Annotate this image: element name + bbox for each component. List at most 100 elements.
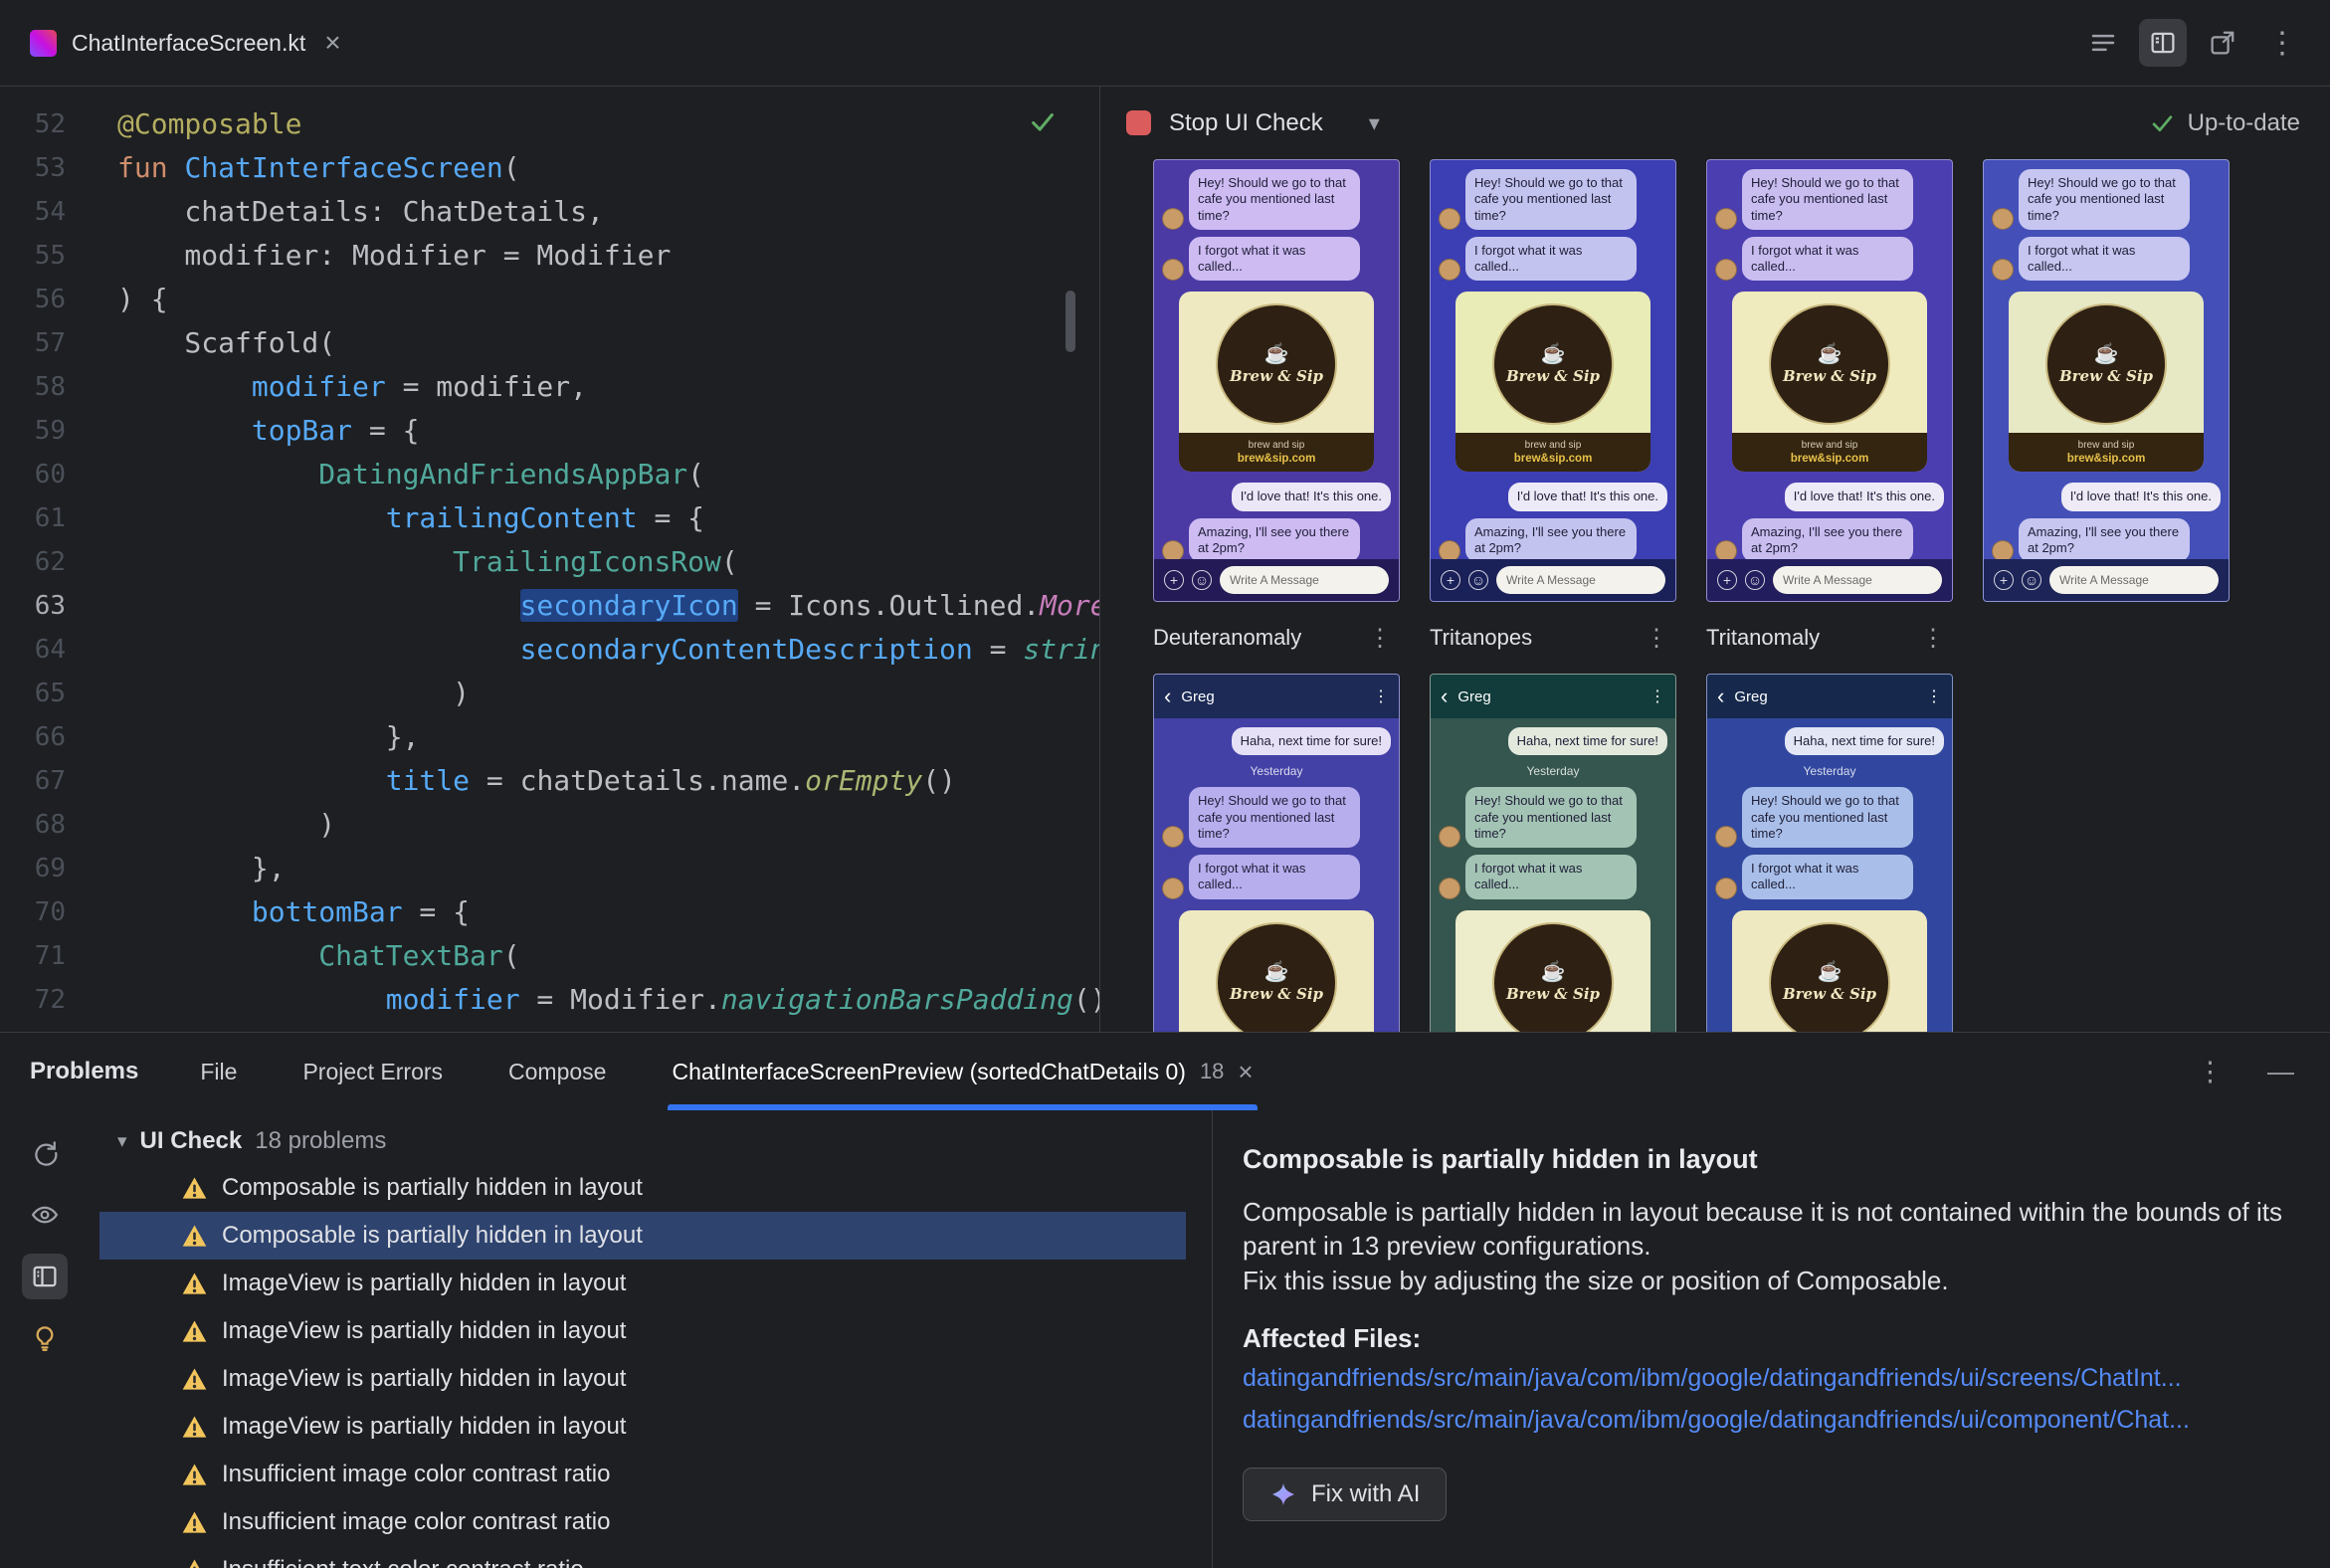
code-line[interactable]: 67 title = chatDetails.name.orEmpty() <box>0 759 1099 803</box>
code-line[interactable]: 65 ) <box>0 672 1099 715</box>
avatar <box>1439 259 1460 282</box>
code-line[interactable]: 73 onAddClick = {} <box>0 1022 1099 1032</box>
code-line[interactable]: 53 fun ChatInterfaceScreen( <box>0 146 1099 190</box>
code-line[interactable]: 72 modifier = Modifier.navigationBarsPad… <box>0 978 1099 1022</box>
split-editor-icon[interactable] <box>2139 19 2187 67</box>
preview-phone[interactable]: Hey! Should we go to that cafe you menti… <box>1706 159 1953 602</box>
add-icon[interactable]: + <box>1441 570 1460 590</box>
emoji-icon[interactable]: ☺ <box>1468 570 1488 590</box>
code-line[interactable]: 59 topBar = { <box>0 409 1099 453</box>
code-line[interactable]: 69 }, <box>0 847 1099 890</box>
minimize-icon[interactable]: — <box>2267 1057 2294 1087</box>
affected-file-link[interactable]: datingandfriends/src/main/java/com/ibm/g… <box>1243 1402 2282 1438</box>
preview-eye-icon[interactable] <box>22 1192 68 1238</box>
chat-bubble: I forgot what it was called... <box>2019 236 2190 282</box>
code-line[interactable]: 68 ) <box>0 803 1099 847</box>
fix-with-ai-button[interactable]: Fix with AI <box>1243 1468 1448 1522</box>
emoji-icon[interactable]: ☺ <box>2022 570 2041 590</box>
chat-bubble: I'd love that! It's this one. <box>1507 483 1667 511</box>
code-line[interactable]: 66 }, <box>0 715 1099 759</box>
preview-phone[interactable]: ‹ Greg ⋮ Haha, next time for sure! Yesterday… <box>1706 674 1953 1032</box>
write-message-field[interactable]: Write A Message <box>1773 566 1942 594</box>
preview-grid[interactable]: Hey! Should we go to that cafe you menti… <box>1100 159 2330 1032</box>
rerun-icon[interactable] <box>22 1130 68 1176</box>
problem-item[interactable]: Insufficient image color contrast ratio <box>99 1451 1186 1498</box>
chevron-down-icon[interactable]: ▾ <box>117 1130 127 1153</box>
emoji-icon[interactable]: ☺ <box>1192 570 1212 590</box>
problems-title[interactable]: Problems <box>30 1058 138 1085</box>
problems-tab[interactable]: ChatInterfaceScreenPreview (sortedChatDe… <box>668 1033 1258 1110</box>
add-icon[interactable]: + <box>1717 570 1737 590</box>
problem-item[interactable]: ImageView is partially hidden in layout <box>99 1355 1186 1403</box>
close-tab-icon[interactable]: × <box>324 29 340 57</box>
inspections-ok-icon[interactable] <box>1028 106 1058 143</box>
more-vertical-icon[interactable]: ⋮ <box>2197 1057 2224 1087</box>
affected-file-link[interactable]: datingandfriends/src/main/java/com/ibm/g… <box>1243 1360 2282 1396</box>
close-tab-icon[interactable]: × <box>1238 1057 1253 1087</box>
more-vertical-icon[interactable]: ⋮ <box>2258 19 2306 67</box>
quickfix-bulb-icon[interactable] <box>22 1315 68 1361</box>
brew-sip-brand: Brew & Sip <box>1229 985 1324 1003</box>
coffee-cup-icon: ☕ <box>1540 961 1566 983</box>
code-line[interactable]: 55 modifier: Modifier = Modifier <box>0 234 1099 278</box>
code-line[interactable]: 63 secondaryIcon = Icons.Outlined.More <box>0 584 1099 628</box>
code-line[interactable]: 71 ChatTextBar( <box>0 934 1099 978</box>
write-message-field[interactable]: Write A Message <box>1220 566 1389 594</box>
problems-tab[interactable]: Project Errors <box>298 1033 447 1110</box>
code-line[interactable]: 56) { <box>0 278 1099 321</box>
main-split: 52 @Composable 53 fun ChatInterfaceScreen(5… <box>0 87 2330 1032</box>
file-tab[interactable]: ChatInterfaceScreen.kt × <box>0 0 367 86</box>
problem-item[interactable]: ImageView is partially hidden in layout <box>99 1260 1186 1307</box>
code-line[interactable]: 58 modifier = modifier, <box>0 365 1099 409</box>
code-line[interactable]: 57 Scaffold( <box>0 321 1099 365</box>
date-separator: Yesterday <box>1250 764 1303 779</box>
code-editor[interactable]: 52 @Composable 53 fun ChatInterfaceScreen(5… <box>0 87 1100 1032</box>
write-message-field[interactable]: Write A Message <box>2049 566 2219 594</box>
problems-tab[interactable]: Compose <box>504 1033 610 1110</box>
editor-list-icon[interactable] <box>2079 19 2127 67</box>
problems-group-row[interactable]: ▾ UI Check 18 problems <box>99 1118 1212 1164</box>
code-line[interactable]: 61 trailingContent = { <box>0 496 1099 540</box>
preview-phone[interactable]: ‹ Greg ⋮ Haha, next time for sure! Yesterday… <box>1430 674 1676 1032</box>
brew-sip-logo: ☕ Brew & Sip <box>1492 921 1614 1032</box>
back-icon[interactable]: ‹ <box>1164 686 1171 707</box>
problem-item[interactable]: Insufficient text color contrast ratio <box>99 1546 1186 1568</box>
problem-item[interactable]: ImageView is partially hidden in layout <box>99 1403 1186 1451</box>
code-line[interactable]: 60 DatingAndFriendsAppBar( <box>0 453 1099 496</box>
more-vertical-icon[interactable]: ⋮ <box>1637 624 1676 653</box>
problems-view-icon[interactable] <box>22 1254 68 1299</box>
more-vertical-icon[interactable]: ⋮ <box>1650 686 1665 706</box>
problems-tab[interactable]: File <box>196 1033 241 1110</box>
problem-item[interactable]: ImageView is partially hidden in layout <box>99 1307 1186 1355</box>
code-line[interactable]: 52 @Composable <box>0 102 1099 146</box>
preview-phone[interactable]: Hey! Should we go to that cafe you menti… <box>1430 159 1676 602</box>
code-line[interactable]: 62 TrailingIconsRow( <box>0 540 1099 584</box>
problems-tool-window: Problems File Project Errors Compose ChatIn… <box>0 1032 2330 1568</box>
more-vertical-icon[interactable]: ⋮ <box>1373 686 1389 706</box>
preview-phone[interactable]: Hey! Should we go to that cafe you menti… <box>1983 159 2230 602</box>
emoji-icon[interactable]: ☺ <box>1745 570 1765 590</box>
problem-item[interactable]: Insufficient image color contrast ratio <box>99 1498 1186 1546</box>
preview-phone[interactable]: ‹ Greg ⋮ Haha, next time for sure! Yesterday… <box>1153 674 1400 1032</box>
warning-icon <box>181 1557 208 1568</box>
code-line[interactable]: 64 secondaryContentDescription = strin <box>0 628 1099 672</box>
add-icon[interactable]: + <box>1164 570 1184 590</box>
problem-item[interactable]: Composable is partially hidden in layout <box>99 1212 1186 1260</box>
code-line[interactable]: 54 chatDetails: ChatDetails, <box>0 190 1099 234</box>
code-line[interactable]: 70 bottomBar = { <box>0 890 1099 934</box>
more-vertical-icon[interactable]: ⋮ <box>1926 686 1942 706</box>
chevron-down-icon[interactable]: ▾ <box>1369 110 1380 136</box>
write-message-field[interactable]: Write A Message <box>1496 566 1665 594</box>
back-icon[interactable]: ‹ <box>1717 686 1724 707</box>
editor-scrollbar[interactable] <box>1066 291 1075 352</box>
open-in-window-icon[interactable] <box>2199 19 2246 67</box>
add-icon[interactable]: + <box>1994 570 2014 590</box>
code-text: trailingContent = { <box>385 501 705 534</box>
back-icon[interactable]: ‹ <box>1441 686 1448 707</box>
more-vertical-icon[interactable]: ⋮ <box>1913 624 1953 653</box>
preview-phone[interactable]: Hey! Should we go to that cafe you menti… <box>1153 159 1400 602</box>
stop-ui-check-button[interactable]: Stop UI Check <box>1116 101 1333 145</box>
problem-item[interactable]: Composable is partially hidden in layout <box>99 1164 1186 1212</box>
avatar <box>1162 826 1184 848</box>
more-vertical-icon[interactable]: ⋮ <box>1360 624 1400 653</box>
